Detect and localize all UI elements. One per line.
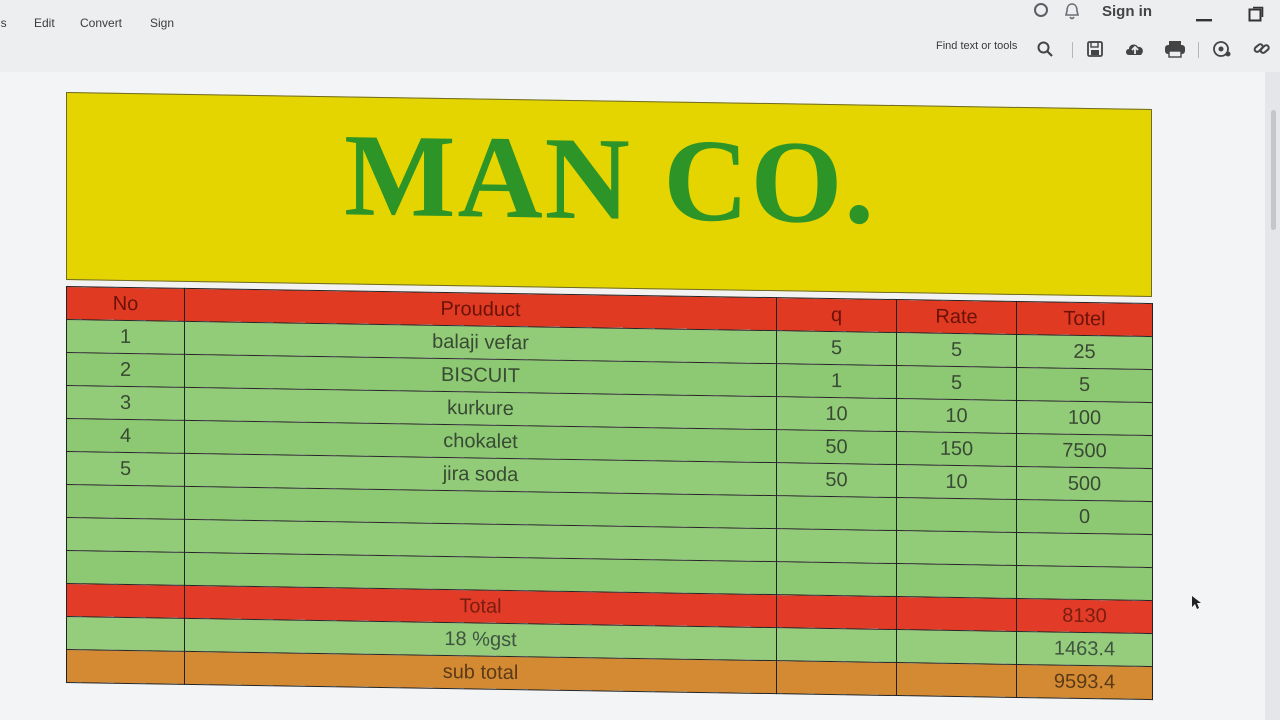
cell-total: 25 xyxy=(1016,334,1153,370)
vertical-scrollbar[interactable] xyxy=(1271,110,1276,230)
invoice-sheet: MAN CO. No Prouduct q Rate Totel 1 balaj… xyxy=(66,92,1153,700)
cell-rate: 10 xyxy=(896,464,1017,500)
help-icon[interactable] xyxy=(1034,3,1048,17)
cell-total xyxy=(1016,565,1153,601)
cell-no xyxy=(66,484,185,520)
cell-q: 50 xyxy=(776,429,897,465)
bell-icon[interactable] xyxy=(1064,2,1080,25)
cell-q xyxy=(776,528,897,564)
cell-total xyxy=(1016,532,1153,568)
subtotal-value: 9593.4 xyxy=(1016,664,1153,700)
cell-no xyxy=(66,550,185,586)
cell-total: 500 xyxy=(1016,466,1153,502)
cell-q: 1 xyxy=(776,363,897,399)
cell-no: 2 xyxy=(66,352,185,388)
menu-tools[interactable]: ls xyxy=(0,16,7,30)
cell-total: 100 xyxy=(1016,400,1153,436)
header-total: Totel xyxy=(1016,301,1153,337)
company-header: MAN CO. xyxy=(66,92,1152,298)
search-icon[interactable] xyxy=(1036,40,1054,63)
cell-rate xyxy=(896,530,1017,566)
menu-bar: ls Edit Convert Sign Sign in xyxy=(0,0,1280,40)
cell-q: 5 xyxy=(776,330,897,366)
header-no: No xyxy=(66,286,185,322)
find-text-label[interactable]: Find text or tools xyxy=(936,40,1017,52)
cell-q xyxy=(776,495,897,531)
cell-no: 4 xyxy=(66,418,185,454)
cell-no xyxy=(66,517,185,553)
company-name: MAN CO. xyxy=(344,109,876,249)
header-rate: Rate xyxy=(896,299,1017,335)
cell-no: 3 xyxy=(66,385,185,421)
cell-rate: 5 xyxy=(896,365,1017,401)
cell-q: 50 xyxy=(776,462,897,498)
cell-no: 5 xyxy=(66,451,185,487)
link-icon[interactable] xyxy=(1252,40,1272,63)
cell-rate: 5 xyxy=(896,332,1017,368)
header-q: q xyxy=(776,297,897,333)
cell-q xyxy=(776,561,897,597)
cell-total: 5 xyxy=(1016,367,1153,403)
menu-sign[interactable]: Sign xyxy=(150,16,174,30)
invoice-table: No Prouduct q Rate Totel 1 balaji vefar … xyxy=(66,286,1153,700)
toolbar: Find text or tools xyxy=(0,36,1280,72)
total-value: 8130 xyxy=(1016,598,1153,634)
minimize-icon[interactable] xyxy=(1196,10,1212,28)
cell-rate: 150 xyxy=(896,431,1017,467)
cell-total: 7500 xyxy=(1016,433,1153,469)
upload-icon[interactable] xyxy=(1124,40,1146,63)
cell-rate: 10 xyxy=(896,398,1017,434)
share-icon[interactable] xyxy=(1212,40,1232,63)
cell-q: 10 xyxy=(776,396,897,432)
mouse-cursor-icon xyxy=(1192,596,1202,615)
menu-edit[interactable]: Edit xyxy=(34,16,55,30)
sign-in-button[interactable]: Sign in xyxy=(1102,3,1152,20)
cell-rate xyxy=(896,497,1017,533)
cell-no: 1 xyxy=(66,319,185,355)
cell-total: 0 xyxy=(1016,499,1153,535)
save-icon[interactable] xyxy=(1086,40,1104,63)
print-icon[interactable] xyxy=(1164,40,1186,63)
restore-icon[interactable] xyxy=(1248,6,1264,27)
menu-convert[interactable]: Convert xyxy=(80,16,122,30)
cell-rate xyxy=(896,563,1017,599)
gst-value: 1463.4 xyxy=(1016,631,1153,667)
